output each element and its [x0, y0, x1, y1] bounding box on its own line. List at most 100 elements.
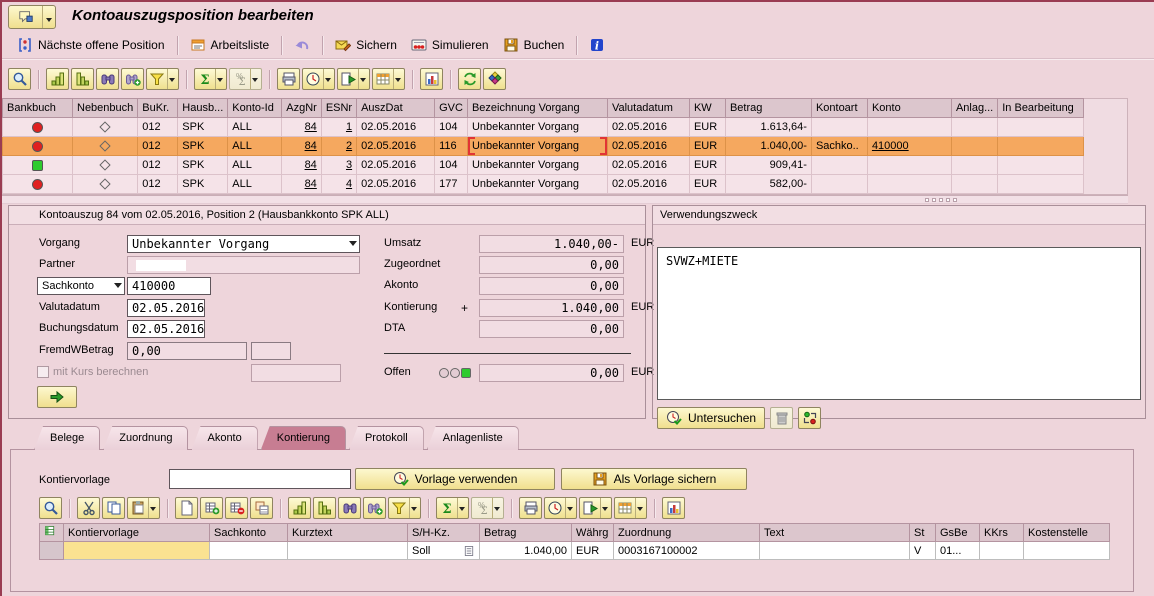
- column-header[interactable]: Hausb...: [178, 99, 228, 118]
- cell-bezeichnung[interactable]: Unbekannter Vorgang: [467, 118, 607, 137]
- cell-valutadatum[interactable]: 02.05.2016: [607, 175, 689, 194]
- cell-auszdat[interactable]: 02.05.2016: [357, 156, 435, 175]
- cell-anlag[interactable]: [951, 137, 997, 156]
- untersuchen-button[interactable]: Untersuchen: [657, 407, 765, 429]
- column-header[interactable]: GsBe: [936, 524, 980, 542]
- cell-konto-id[interactable]: ALL: [228, 156, 282, 175]
- sum-button[interactable]: [194, 68, 227, 90]
- print-button[interactable]: [277, 68, 300, 90]
- nebenbuch-cell[interactable]: [73, 175, 138, 194]
- cell-sachkonto[interactable]: [210, 542, 288, 560]
- cell-anlag[interactable]: [951, 175, 997, 194]
- simulate-button[interactable]: Simulieren: [404, 35, 496, 55]
- cell-anlag[interactable]: [951, 118, 997, 137]
- filter-button[interactable]: [388, 497, 421, 519]
- cell-azgnr[interactable]: 84: [282, 175, 322, 194]
- cell-azgnr[interactable]: 84: [282, 118, 322, 137]
- status-cell[interactable]: [3, 175, 73, 194]
- cell-konto[interactable]: [867, 118, 951, 137]
- esnr-link[interactable]: 1: [346, 121, 352, 133]
- nebenbuch-cell[interactable]: [73, 137, 138, 156]
- next-open-item-button[interactable]: Nächste offene Position: [10, 35, 172, 55]
- cell-kontoart[interactable]: Sachko..: [811, 137, 867, 156]
- create-row-button[interactable]: [175, 497, 198, 519]
- cell-in-bearbeitung[interactable]: [998, 175, 1084, 194]
- column-header[interactable]: BuKr.: [138, 99, 178, 118]
- cell-konto-id[interactable]: ALL: [228, 118, 282, 137]
- cell-betrag[interactable]: 1.613,64-: [725, 118, 811, 137]
- vorlage-verwenden-button[interactable]: Vorlage verwenden: [355, 468, 555, 490]
- cell-konto[interactable]: [867, 175, 951, 194]
- cell-azgnr[interactable]: 84: [282, 156, 322, 175]
- cell-in-bearbeitung[interactable]: [998, 118, 1084, 137]
- details-button[interactable]: [8, 68, 31, 90]
- sort-ascending-button[interactable]: [288, 497, 311, 519]
- status-cell[interactable]: [3, 137, 73, 156]
- cell-konto-id[interactable]: ALL: [228, 175, 282, 194]
- column-header[interactable]: Kontiervorlage: [64, 524, 210, 542]
- column-header[interactable]: ESNr: [321, 99, 356, 118]
- worklist-button[interactable]: Arbeitsliste: [183, 35, 277, 55]
- copy-button[interactable]: [102, 497, 125, 519]
- cell-anlag[interactable]: [951, 156, 997, 175]
- column-header[interactable]: Zuordnung: [614, 524, 760, 542]
- azgnr-link[interactable]: 84: [305, 178, 317, 190]
- column-header[interactable]: AuszDat: [357, 99, 435, 118]
- cell-zuordnung[interactable]: 0003167100002: [614, 542, 760, 560]
- cell-betrag[interactable]: 909,41-: [725, 156, 811, 175]
- status-cell[interactable]: [3, 156, 73, 175]
- cell-kontoart[interactable]: [811, 156, 867, 175]
- cut-button[interactable]: [77, 497, 100, 519]
- chevron-down-icon[interactable]: [148, 498, 157, 518]
- cell-betrag[interactable]: 582,00-: [725, 175, 811, 194]
- column-header[interactable]: Kostenstelle: [1024, 524, 1110, 542]
- chevron-down-icon[interactable]: [457, 498, 466, 518]
- insert-row-button[interactable]: [200, 497, 223, 519]
- cell-kw[interactable]: EUR: [689, 118, 725, 137]
- azgnr-link[interactable]: 84: [305, 159, 317, 171]
- cell-gvc[interactable]: 116: [435, 137, 468, 156]
- cell-esnr[interactable]: 2: [321, 137, 356, 156]
- cell-kostenstelle[interactable]: [1024, 542, 1110, 560]
- chevron-down-icon[interactable]: [600, 498, 609, 518]
- column-header[interactable]: Kurztext: [288, 524, 408, 542]
- column-header[interactable]: Kontoart: [811, 99, 867, 118]
- cell-in-bearbeitung[interactable]: [998, 137, 1084, 156]
- cell-sh-kz[interactable]: Soll: [408, 542, 480, 560]
- cell-bukr[interactable]: 012: [138, 137, 178, 156]
- cell-betrag[interactable]: 1.040,00: [480, 542, 572, 560]
- cell-kkrs[interactable]: [980, 542, 1024, 560]
- list-dropdown-icon[interactable]: [463, 545, 475, 557]
- konto-link[interactable]: 410000: [872, 140, 909, 152]
- nebenbuch-cell[interactable]: [73, 156, 138, 175]
- tab-zuordnung[interactable]: Zuordnung: [103, 426, 188, 450]
- column-header[interactable]: St: [910, 524, 936, 542]
- sort-descending-button[interactable]: [313, 497, 336, 519]
- horizontal-splitter[interactable]: [2, 195, 1128, 204]
- cell-bezeichnung[interactable]: Unbekannter Vorgang: [467, 156, 607, 175]
- filter-button[interactable]: [146, 68, 179, 90]
- status-cell[interactable]: [3, 118, 73, 137]
- cell-konto-id[interactable]: ALL: [228, 137, 282, 156]
- cell-hausb[interactable]: SPK: [178, 137, 228, 156]
- esnr-link[interactable]: 2: [346, 140, 352, 152]
- esnr-link[interactable]: 3: [346, 159, 352, 171]
- chevron-down-icon[interactable]: [635, 498, 644, 518]
- graphic-button[interactable]: [420, 68, 443, 90]
- export-button[interactable]: [337, 68, 370, 90]
- abc-analysis-button[interactable]: [483, 68, 506, 90]
- tab-protokoll[interactable]: Protokoll: [349, 426, 424, 450]
- cell-bukr[interactable]: 012: [138, 175, 178, 194]
- cell-kontiervorlage[interactable]: [64, 542, 210, 560]
- tab-belege[interactable]: Belege: [34, 426, 100, 450]
- cell-kontoart[interactable]: [811, 118, 867, 137]
- export-button[interactable]: [579, 497, 612, 519]
- cell-esnr[interactable]: 3: [321, 156, 356, 175]
- cell-bukr[interactable]: 012: [138, 118, 178, 137]
- column-header[interactable]: Währg: [572, 524, 614, 542]
- column-header[interactable]: Betrag: [725, 99, 811, 118]
- delete-row-button[interactable]: [225, 497, 248, 519]
- cell-kw[interactable]: EUR: [689, 156, 725, 175]
- cell-gvc[interactable]: 104: [435, 118, 468, 137]
- tab-akonto[interactable]: Akonto: [191, 426, 257, 450]
